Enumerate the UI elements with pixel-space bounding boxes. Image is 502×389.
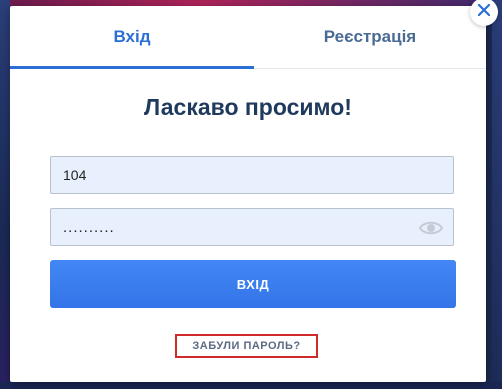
- background-bottom-strip: [0, 382, 502, 389]
- tab-register[interactable]: Реєстрація: [254, 6, 486, 68]
- welcome-title: Ласкаво просимо!: [144, 94, 352, 120]
- forgot-password-link[interactable]: ЗАБУЛИ ПАРОЛЬ?: [175, 334, 318, 358]
- password-field-container: [50, 208, 454, 246]
- login-submit-button[interactable]: ВХІД: [50, 260, 456, 308]
- login-input[interactable]: [51, 157, 453, 193]
- background-left: [0, 0, 10, 389]
- password-input[interactable]: [51, 209, 453, 245]
- eye-icon[interactable]: [418, 218, 444, 238]
- login-field-container: [50, 156, 454, 194]
- login-modal: Вхід Реєстрація Ласкаво просимо! ВХІД ЗА…: [10, 6, 486, 382]
- close-icon: [477, 3, 491, 21]
- auth-tabs: Вхід Реєстрація: [10, 6, 486, 69]
- background-right: [492, 0, 502, 389]
- tab-login[interactable]: Вхід: [10, 6, 254, 69]
